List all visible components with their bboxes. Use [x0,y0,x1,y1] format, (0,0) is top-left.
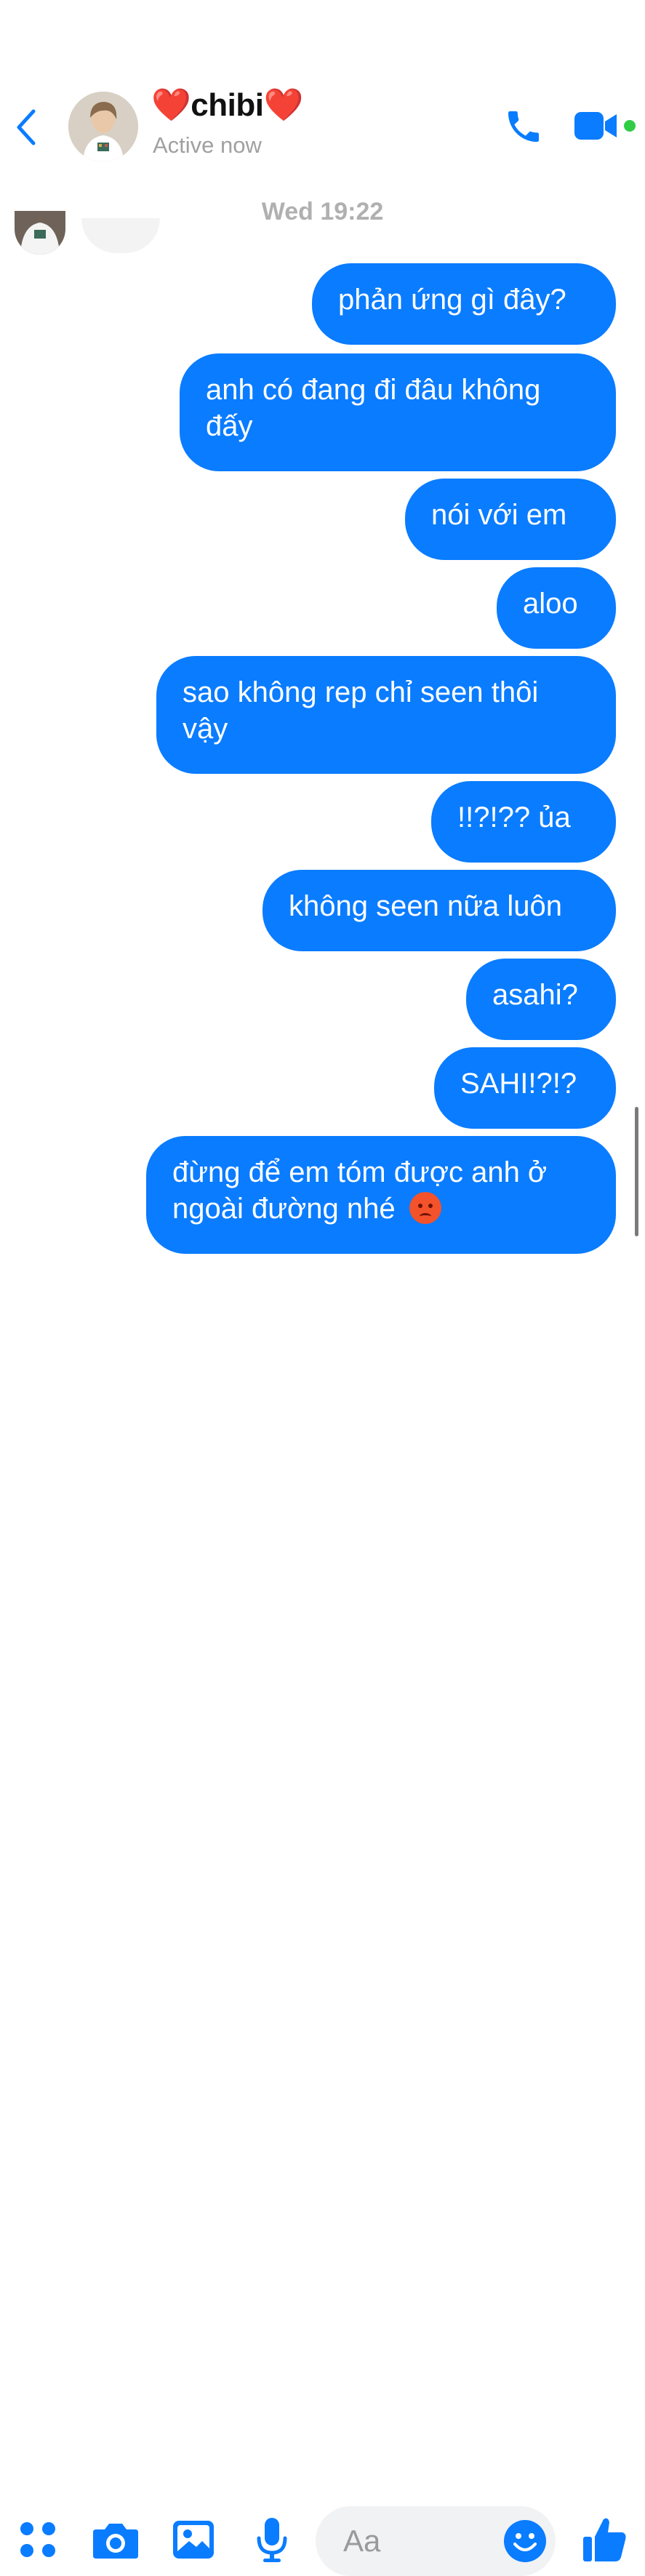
message-text: SAHI!?!? [460,1068,577,1100]
message-text: đừng để em tóm được anh ở ngoài đường nh… [172,1156,548,1225]
sent-message[interactable]: sao không rep chỉ seen thôi vậy [156,656,616,774]
sent-message[interactable]: anh có đang đi đâu không đấy [180,353,616,471]
sent-message[interactable]: phản ứng gì đây? [312,263,616,345]
message-list: phản ứng gì đây? anh có đang đi đâu khôn… [0,0,645,1254]
message-text: !!?!?? ủa [457,801,571,833]
like-button[interactable] [582,2515,628,2563]
microphone-icon [257,2518,287,2562]
apps-grid-icon [20,2522,55,2557]
apps-button[interactable] [16,2518,60,2561]
message-input-placeholder: Aa [343,2524,381,2558]
sent-message[interactable]: nói với em [405,479,616,560]
sent-message[interactable]: !!?!?? ủa [431,781,616,863]
camera-icon [93,2524,138,2559]
scrollbar[interactable] [635,1107,638,1236]
image-icon [173,2521,214,2559]
sent-message[interactable]: không seen nữa luôn [263,870,616,951]
voice-button[interactable] [255,2516,289,2564]
emoji-button[interactable] [503,2519,547,2563]
sent-message[interactable]: asahi? [466,959,616,1040]
sent-message[interactable]: aloo [497,567,616,649]
message-text: aloo [523,588,578,620]
message-input[interactable]: Aa [316,2506,556,2576]
smiley-icon [504,2520,546,2562]
message-text: không seen nữa luôn [289,890,562,922]
angry-face-icon [409,1192,441,1224]
message-text: asahi? [492,979,578,1011]
message-composer: Aa [0,1251,645,2576]
sent-message[interactable]: đừng để em tóm được anh ở ngoài đường nh… [146,1136,616,1254]
camera-button[interactable] [92,2519,140,2560]
message-text: phản ứng gì đây? [338,284,566,316]
gallery-button[interactable] [172,2518,215,2561]
message-text: anh có đang đi đâu không đấy [206,374,541,442]
message-text: sao không rep chỉ seen thôi vậy [183,676,539,745]
thumbs-up-icon [583,2518,626,2561]
message-text: nói với em [431,499,567,531]
sent-message[interactable]: SAHI!?!? [434,1047,616,1129]
